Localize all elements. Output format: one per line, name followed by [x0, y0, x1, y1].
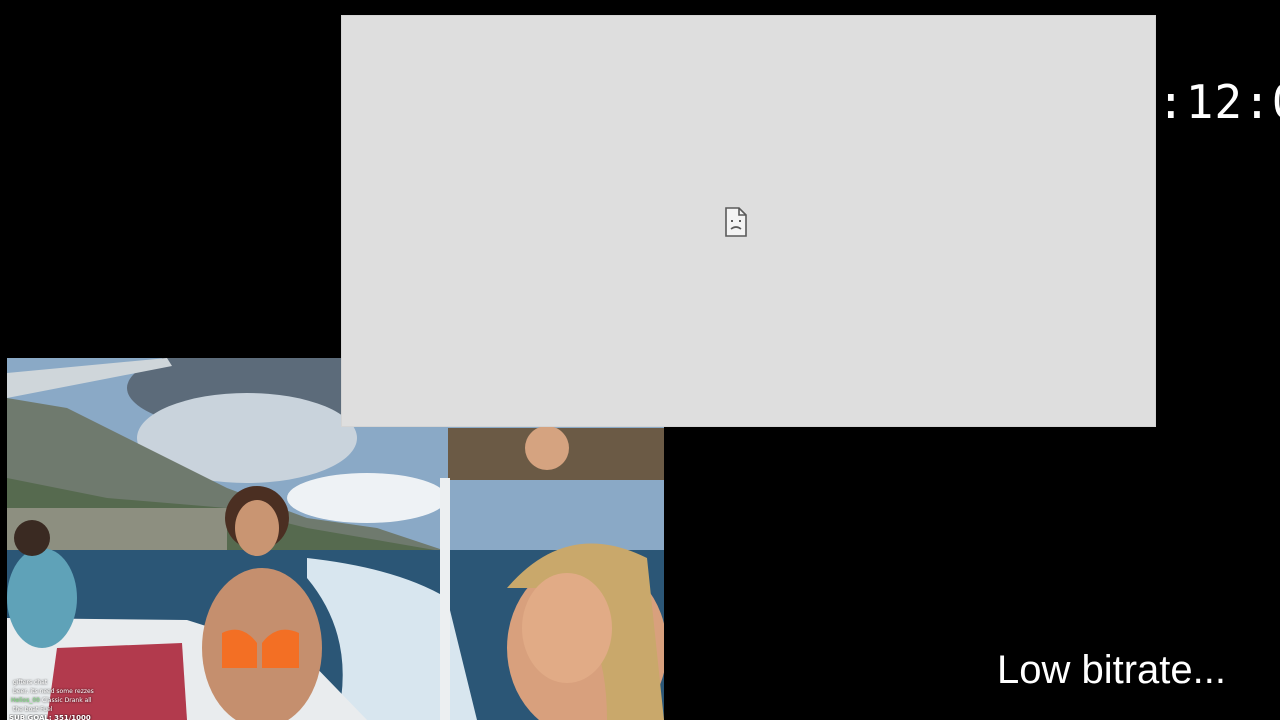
sub-goal-counter: SUB GOAL: 351/1000	[9, 714, 91, 720]
stream-timer: :12:0	[1157, 75, 1280, 129]
chat-message: gifters chat	[13, 679, 48, 686]
chat-line: gifters chat	[9, 678, 179, 687]
chat-message: Classic Drank all	[41, 697, 92, 704]
chat-username: Helios_00	[11, 697, 40, 704]
low-bitrate-notice: Low bitrate...	[996, 648, 1226, 692]
broken-document-icon	[724, 207, 748, 237]
broken-embed-frame	[341, 15, 1156, 427]
chat-line: beer, its need some rezzes	[9, 687, 179, 696]
chat-message: beer, its need some rezzes	[13, 688, 94, 695]
chat-overlay: gifters chat beer, its need some rezzes …	[9, 678, 179, 720]
chat-message: the boat Fuel	[13, 706, 53, 713]
chat-line: the boat Fuel	[9, 705, 179, 714]
chat-line: Helios_00 Classic Drank all	[9, 696, 179, 705]
